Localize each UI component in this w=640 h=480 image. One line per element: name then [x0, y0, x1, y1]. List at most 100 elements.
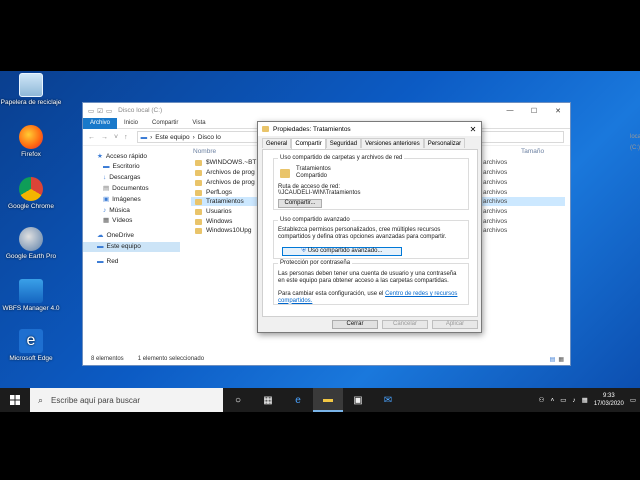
desktop-icon-google-earth[interactable]: Google Earth Pro: [0, 227, 62, 260]
view-toggles: ▤ ▦: [550, 356, 564, 363]
nav-item-escritorio[interactable]: ▬ Escritorio: [83, 162, 180, 172]
nav-item-red[interactable]: ▬ Red: [83, 257, 180, 267]
minimize-icon[interactable]: —: [498, 107, 522, 115]
back-icon[interactable]: ←: [88, 134, 95, 141]
tab-compartir[interactable]: Compartir: [291, 138, 326, 149]
explorer-title-bar: ▭ ☑ ▭ Disco local (C:) — ☐ ✕: [83, 103, 570, 118]
folder-icon: [195, 208, 202, 215]
nav-item-este-equipo[interactable]: ▬ Este equipo: [83, 242, 180, 252]
group-title: Uso compartido de carpetas y archivos de…: [278, 155, 405, 161]
clock-time: 9:33: [602, 393, 615, 399]
people-icon[interactable]: ⚇: [539, 396, 545, 404]
nav-item-videos[interactable]: ▦ Vídeos: [83, 216, 180, 226]
folder-icon: [262, 126, 269, 132]
window-title: Disco local (C:): [118, 107, 163, 114]
task-view-multi-icon[interactable]: ▦: [253, 388, 283, 412]
tab-personalizar[interactable]: Personalizar: [423, 138, 466, 148]
download-icon: ↓: [103, 174, 107, 181]
pictures-icon: ▣: [103, 196, 110, 203]
recent-chevron-icon[interactable]: ˅: [114, 134, 118, 141]
close-icon[interactable]: ✕: [546, 107, 570, 115]
nav-item-documentos[interactable]: ▤ Documentos: [83, 184, 180, 194]
desktop-folder-icon: ▬: [103, 163, 110, 170]
language-icon[interactable]: ▦: [582, 396, 588, 404]
large-icons-view-icon[interactable]: ▦: [558, 356, 564, 363]
quick-access-toolbar: ▭ ☑ ▭: [83, 107, 112, 115]
clock[interactable]: 9:33 17/03/2020: [594, 392, 624, 408]
notifications-icon[interactable]: ▭: [630, 396, 636, 404]
network-icon[interactable]: ▭: [560, 396, 566, 404]
forward-icon[interactable]: →: [101, 134, 108, 141]
edge-taskbar-icon[interactable]: e: [283, 388, 313, 412]
music-icon: ♪: [103, 207, 107, 214]
wbfs-manager-icon: [19, 279, 43, 303]
up-icon[interactable]: ↑: [124, 134, 128, 141]
nav-item-musica[interactable]: ♪ Música: [83, 206, 180, 216]
tab-general[interactable]: General: [262, 138, 292, 148]
cancel-button[interactable]: Cancelar: [382, 320, 428, 329]
search-icon: ⌕: [38, 394, 44, 405]
tab-seguridad[interactable]: Seguridad: [325, 138, 362, 148]
tab-compartir[interactable]: Compartir: [145, 118, 185, 129]
breadcrumb-disco-local[interactable]: Disco lo: [198, 134, 221, 141]
clock-date: 17/03/2020: [593, 401, 624, 407]
desktop-icon-firefox[interactable]: Firefox: [0, 125, 62, 158]
taskbar-search[interactable]: ⌕ Escribe aquí para buscar: [30, 388, 223, 412]
tab-inicio[interactable]: Inicio: [117, 118, 145, 129]
task-view-icon[interactable]: ○: [223, 388, 253, 412]
pc-icon: ▬: [140, 133, 148, 141]
nav-item-descargas[interactable]: ↓ Descargas: [83, 173, 180, 183]
folder-icon: [195, 179, 202, 186]
file-explorer-taskbar-icon[interactable]: ▬: [313, 388, 343, 412]
folder-icon: [195, 169, 202, 176]
search-input[interactable]: local (C:): [469, 131, 640, 151]
address-bar[interactable]: ▬ › Este equipo › Disco lo: [136, 131, 277, 143]
group-title: Uso compartido avanzado: [278, 217, 352, 223]
advanced-sharing-group: Uso compartido avanzado Establezca permi…: [273, 217, 469, 259]
desktop-icon-edge[interactable]: e Microsoft Edge: [0, 329, 62, 362]
close-icon[interactable]: ✕: [465, 125, 481, 134]
search-placeholder: Escribe aquí para buscar: [51, 395, 140, 405]
desktop-icon-chrome[interactable]: Google Chrome: [0, 177, 62, 210]
desktop-icon-recycle-bin[interactable]: Papelera de reciclaje: [0, 73, 62, 106]
column-header-name[interactable]: Nombre: [193, 148, 216, 155]
shield-icon: ⛨: [301, 248, 307, 254]
windows-logo-icon: [10, 395, 20, 405]
video-icon: ▦: [103, 217, 110, 224]
advanced-sharing-button[interactable]: ⛨ Uso compartido avanzado...: [282, 247, 402, 256]
dialog-title: Propiedades: Tratamientos: [273, 125, 351, 133]
firefox-icon: [19, 125, 43, 149]
documents-icon: ▤: [103, 185, 110, 192]
nav-item-imagenes[interactable]: ▣ Imágenes: [83, 195, 180, 205]
folder-icon: [195, 227, 202, 234]
google-earth-icon: [19, 227, 43, 251]
properties-dialog: Propiedades: Tratamientos ✕ General Comp…: [257, 121, 482, 333]
folder-icon: ▭: [88, 107, 95, 115]
apply-button[interactable]: Aplicar: [432, 320, 478, 329]
close-button[interactable]: Cerrar: [332, 320, 378, 329]
new-folder-icon[interactable]: ▭: [106, 107, 112, 115]
nav-buttons: ← → ˅ ↑: [83, 134, 133, 141]
share-button[interactable]: Compartir...: [278, 199, 322, 208]
network-icon: ▬: [97, 258, 104, 265]
desktop-icon-wbfs-manager[interactable]: WBFS Manager 4.0: [0, 279, 62, 312]
breadcrumb-este-equipo[interactable]: Este equipo: [155, 134, 189, 141]
tab-versiones-anteriores[interactable]: Versiones anteriores: [361, 138, 424, 148]
star-icon: ★: [97, 153, 103, 160]
column-header-size[interactable]: Tamaño: [521, 148, 544, 155]
chevron-up-icon[interactable]: ˄: [550, 397, 554, 404]
details-view-icon[interactable]: ▤: [550, 356, 556, 363]
start-button[interactable]: [0, 395, 30, 405]
mail-taskbar-icon[interactable]: ✉: [373, 388, 403, 412]
tab-archivo[interactable]: Archivo: [83, 117, 118, 129]
store-taskbar-icon[interactable]: ▣: [343, 388, 373, 412]
folder-icon: [195, 198, 202, 205]
navigation-pane: ★ Acceso rápido ▬ Escritorio ↓ Descargas…: [83, 146, 180, 351]
tab-vista[interactable]: Vista: [185, 118, 212, 129]
nav-item-onedrive[interactable]: ☁ OneDrive: [83, 231, 180, 241]
recycle-bin-icon: [19, 73, 43, 97]
maximize-icon[interactable]: ☐: [522, 107, 546, 115]
checkbox-icon[interactable]: ☑: [97, 107, 103, 115]
volume-icon[interactable]: ♪: [572, 397, 575, 404]
nav-item-quick-access[interactable]: ★ Acceso rápido: [83, 152, 180, 162]
